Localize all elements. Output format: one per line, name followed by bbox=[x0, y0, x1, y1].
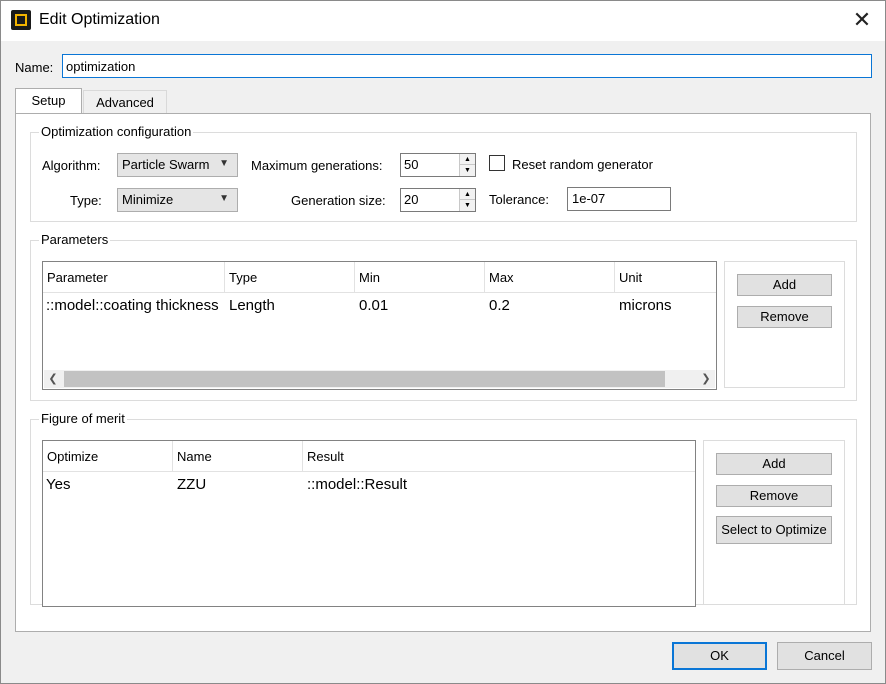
spin-up-icon[interactable]: ▲ bbox=[460, 154, 475, 165]
chevron-left-icon[interactable]: ❮ bbox=[44, 370, 62, 388]
figure-of-merit-group: Figure of merit Optimize Name Result Yes… bbox=[30, 411, 857, 607]
tolerance-label: Tolerance: bbox=[489, 192, 549, 207]
column-header-type[interactable]: Type bbox=[225, 262, 355, 293]
name-label: Name: bbox=[15, 60, 54, 75]
type-label: Type: bbox=[70, 193, 102, 208]
tolerance-input[interactable]: 1e-07 bbox=[567, 187, 671, 211]
parameters-table[interactable]: Parameter Type Min Max Unit ::model::coa… bbox=[42, 261, 717, 390]
horizontal-scrollbar[interactable]: ❮ ❯ bbox=[44, 370, 715, 388]
max-generations-label: Maximum generations: bbox=[251, 158, 383, 173]
algorithm-label: Algorithm: bbox=[42, 158, 101, 173]
chevron-right-icon[interactable]: ❯ bbox=[697, 370, 715, 388]
chevron-down-icon: ▼ bbox=[219, 193, 229, 204]
parameters-button-box: Add Remove bbox=[724, 261, 845, 388]
table-cell[interactable]: ::model::Result bbox=[307, 476, 407, 493]
algorithm-value: Particle Swarm bbox=[122, 157, 210, 172]
setup-panel: Optimization configuration Algorithm: Pa… bbox=[15, 113, 871, 632]
reset-random-generator-label: Reset random generator bbox=[512, 157, 653, 172]
spin-up-icon[interactable]: ▲ bbox=[460, 189, 475, 200]
scrollbar-thumb[interactable] bbox=[64, 371, 665, 387]
column-header-min[interactable]: Min bbox=[355, 262, 485, 293]
table-cell[interactable]: Length bbox=[229, 297, 275, 314]
column-header-parameter[interactable]: Parameter bbox=[43, 262, 225, 293]
table-cell[interactable]: ZZU bbox=[177, 476, 206, 493]
figure-of-merit-table[interactable]: Optimize Name Result Yes ZZU ::model::Re… bbox=[42, 440, 696, 607]
cancel-button[interactable]: Cancel bbox=[777, 642, 872, 670]
group-title: Optimization configuration bbox=[39, 124, 194, 139]
spin-arrows-icon[interactable]: ▲ ▼ bbox=[459, 189, 475, 211]
remove-figure-of-merit-button[interactable]: Remove bbox=[716, 485, 832, 507]
max-generations-value: 50 bbox=[404, 157, 419, 172]
optimization-configuration-group: Optimization configuration Algorithm: Pa… bbox=[30, 124, 857, 222]
add-parameter-button[interactable]: Add bbox=[737, 274, 832, 296]
add-figure-of-merit-button[interactable]: Add bbox=[716, 453, 832, 475]
type-dropdown[interactable]: Minimize ▼ bbox=[117, 188, 238, 212]
edit-optimization-dialog: Edit Optimization ✕ Name: Setup Advanced… bbox=[0, 0, 886, 684]
table-cell[interactable]: Yes bbox=[46, 476, 70, 493]
max-generations-spinner[interactable]: 50 ▲ ▼ bbox=[400, 153, 476, 177]
tab-setup[interactable]: Setup bbox=[15, 88, 82, 114]
generation-size-label: Generation size: bbox=[291, 193, 386, 208]
spin-down-icon[interactable]: ▼ bbox=[460, 200, 475, 211]
select-to-optimize-button[interactable]: Select to Optimize bbox=[716, 516, 832, 544]
spin-arrows-icon[interactable]: ▲ ▼ bbox=[459, 154, 475, 176]
spin-down-icon[interactable]: ▼ bbox=[460, 165, 475, 176]
column-header-unit[interactable]: Unit bbox=[615, 262, 716, 293]
table-cell[interactable]: 0.01 bbox=[359, 297, 388, 314]
chevron-down-icon: ▼ bbox=[219, 158, 229, 169]
tab-advanced[interactable]: Advanced bbox=[83, 90, 167, 114]
table-cell[interactable]: ::model::coating thickness bbox=[46, 297, 224, 314]
group-title: Figure of merit bbox=[39, 411, 127, 426]
generation-size-spinner[interactable]: 20 ▲ ▼ bbox=[400, 188, 476, 212]
parameters-group: Parameters Parameter Type Min Max Unit :… bbox=[30, 232, 857, 401]
column-header-max[interactable]: Max bbox=[485, 262, 615, 293]
type-value: Minimize bbox=[122, 192, 174, 207]
column-header-name[interactable]: Name bbox=[173, 441, 303, 472]
name-input[interactable] bbox=[62, 54, 872, 78]
table-cell[interactable]: microns bbox=[619, 297, 672, 314]
remove-parameter-button[interactable]: Remove bbox=[737, 306, 832, 328]
algorithm-dropdown[interactable]: Particle Swarm ▼ bbox=[117, 153, 238, 177]
window-title: Edit Optimization bbox=[39, 11, 160, 28]
title-bar: Edit Optimization ✕ bbox=[1, 1, 885, 41]
ok-button[interactable]: OK bbox=[672, 642, 767, 670]
column-header-result[interactable]: Result bbox=[303, 441, 695, 472]
table-cell[interactable]: 0.2 bbox=[489, 297, 510, 314]
app-icon bbox=[11, 10, 31, 30]
group-title: Parameters bbox=[39, 232, 111, 247]
close-icon[interactable]: ✕ bbox=[847, 7, 877, 35]
column-header-optimize[interactable]: Optimize bbox=[43, 441, 173, 472]
generation-size-value: 20 bbox=[404, 192, 419, 207]
reset-random-generator-checkbox[interactable] bbox=[489, 155, 505, 171]
figure-of-merit-button-box: Add Remove Select to Optimize bbox=[703, 440, 845, 605]
